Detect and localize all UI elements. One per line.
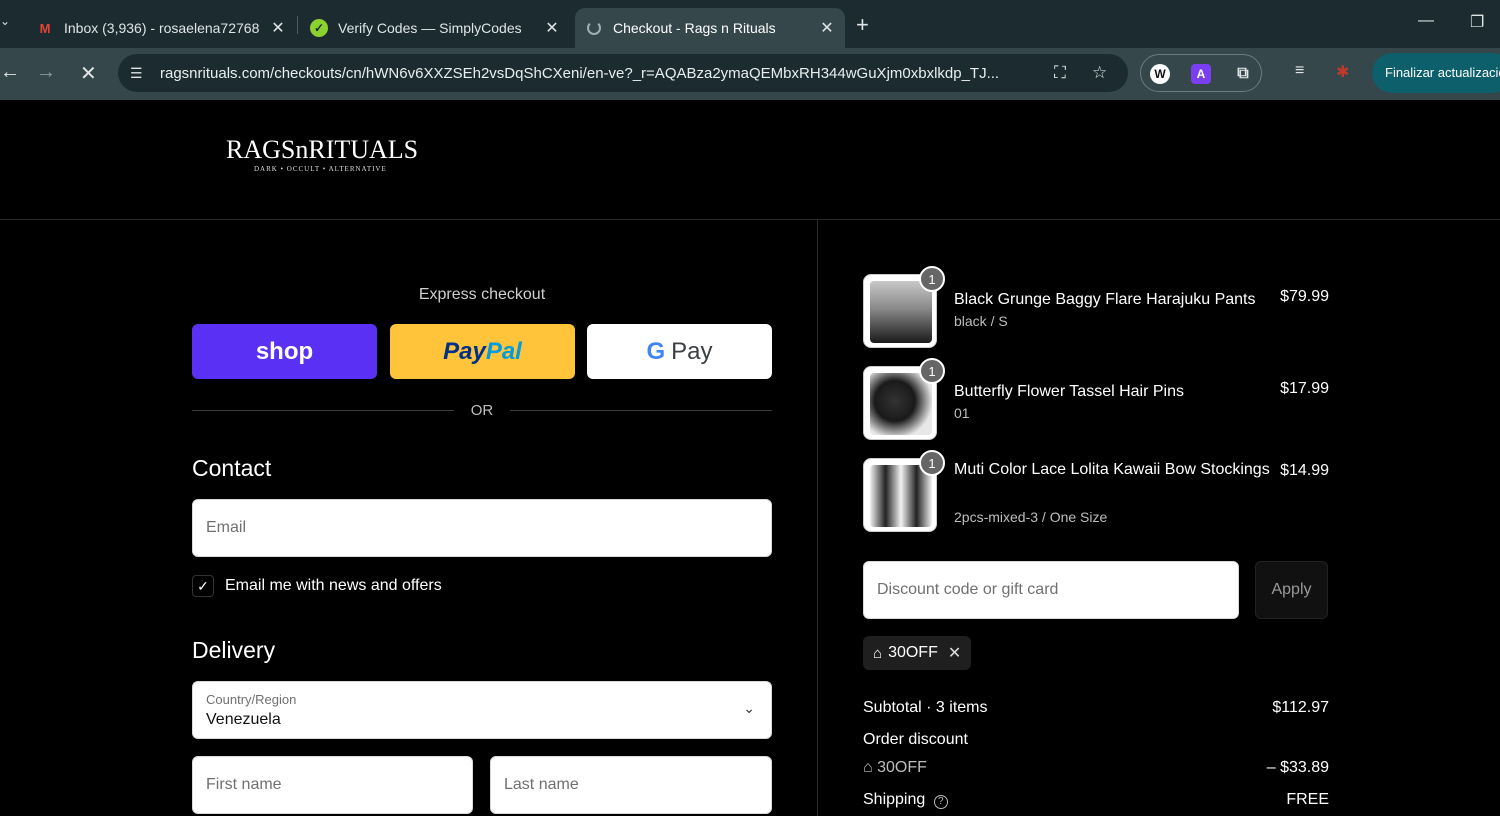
apply-discount-button[interactable]: Apply <box>1255 561 1328 619</box>
tab-checkout[interactable]: Checkout - Rags n Rituals ✕ <box>575 8 845 48</box>
product-image <box>870 281 932 343</box>
chevron-down-icon: ⌄ <box>743 700 755 716</box>
minimize-icon[interactable]: — <box>1418 12 1434 30</box>
tag-icon: ⌂ <box>873 644 883 662</box>
item-price: $17.99 <box>1280 380 1329 397</box>
item-name: Butterfly Flower Tassel Hair Pins <box>954 383 1184 400</box>
delivery-title: Delivery <box>192 637 276 663</box>
tab-gmail[interactable]: M Inbox (3,936) - rosaelena72768 ✕ <box>26 8 296 48</box>
store-header: RAGSnRITUALS DARK • OCCULT • ALTERNATIVE <box>0 100 1500 220</box>
divider-right <box>510 410 772 411</box>
stop-loading-icon[interactable]: ✕ <box>80 61 97 86</box>
last-name-field[interactable] <box>490 756 772 814</box>
update-browser-button[interactable]: Finalizar actualización <box>1372 53 1500 93</box>
checkout-form: Express checkout shop Pay Pal G Pay OR Co… <box>0 220 818 816</box>
extensions-group: W A ⧉ <box>1140 54 1262 92</box>
order-discount-row: Order discount <box>863 731 1329 749</box>
news-checkbox[interactable]: ✓ <box>192 575 214 597</box>
translate-icon[interactable]: ⛶ <box>1054 63 1066 83</box>
item-variant: 01 <box>954 405 970 421</box>
product-image <box>870 373 932 435</box>
item-variant: 2pcs-mixed-3 / One Size <box>954 509 1108 525</box>
country-value: Venezuela <box>206 711 281 728</box>
tab-search-icon[interactable]: ⌄ <box>0 14 12 34</box>
tab-divider <box>297 16 298 34</box>
w-extension-icon[interactable]: W <box>1150 64 1170 84</box>
address-bar[interactable]: ☰ ragsnrituals.com/checkouts/cn/hWN6v6XX… <box>118 54 1128 92</box>
item-name: Muti Color Lace Lolita Kawaii Bow Stocki… <box>954 461 1270 478</box>
applied-discount-chip: ⌂ 30OFF ✕ <box>863 636 972 670</box>
first-name-input[interactable] <box>193 757 472 813</box>
applied-discount-code: 30OFF <box>888 644 938 661</box>
quantity-badge: 1 <box>919 450 945 476</box>
tab-simplycodes[interactable]: ✓ Verify Codes — SimplyCodes ✕ <box>300 8 570 48</box>
brand-tagline: DARK • OCCULT • ALTERNATIVE <box>254 165 387 173</box>
close-tab-icon[interactable]: ✕ <box>819 18 835 38</box>
subtotal-row: Subtotal · 3 items $112.97 <box>863 699 1329 717</box>
bookmark-star-icon[interactable]: ☆ <box>1092 63 1107 83</box>
profile-avatar-icon[interactable]: ✱ <box>1336 62 1349 82</box>
order-summary: 1 Black Grunge Baggy Flare Harajuku Pant… <box>819 220 1500 816</box>
brand-name: RAGSnRITUALS <box>226 135 419 164</box>
new-tab-icon[interactable]: + <box>856 12 869 38</box>
email-input[interactable] <box>193 500 771 556</box>
shop-pay-button[interactable]: shop <box>192 324 377 379</box>
news-checkbox-label: Email me with news and offers <box>225 577 442 594</box>
google-g-icon: G <box>646 337 666 365</box>
line-item: 1 Butterfly Flower Tassel Hair Pins 01 $… <box>863 358 1329 440</box>
google-pay-button[interactable]: G Pay <box>587 324 772 379</box>
country-select[interactable]: Country/Region Venezuela ⌄ <box>192 681 772 739</box>
browser-toolbar: ← → ✕ ☰ ragsnrituals.com/checkouts/cn/hW… <box>0 48 1500 100</box>
close-tab-icon[interactable]: ✕ <box>544 18 560 38</box>
close-tab-icon[interactable]: ✕ <box>270 18 286 38</box>
or-divider-label: OR <box>470 402 494 419</box>
item-price: $79.99 <box>1280 288 1329 305</box>
tag-icon: ⌂ <box>863 759 878 776</box>
item-name: Black Grunge Baggy Flare Harajuku Pants <box>954 291 1256 308</box>
order-discount-code-row: ⌂ 30OFF – $33.89 <box>863 759 1329 777</box>
product-image <box>870 465 932 527</box>
extensions-puzzle-icon[interactable]: ⧉ <box>1233 64 1253 84</box>
remove-discount-icon[interactable]: ✕ <box>948 643 961 663</box>
url-text[interactable]: ragsnrituals.com/checkouts/cn/hWN6v6XXZS… <box>160 65 1040 82</box>
back-icon[interactable]: ← <box>0 61 20 84</box>
contact-title: Contact <box>192 455 272 481</box>
item-variant: black / S <box>954 313 1008 329</box>
shipping-value: FREE <box>1286 791 1329 808</box>
restore-icon[interactable]: ❐ <box>1470 12 1484 32</box>
forward-icon[interactable]: → <box>36 61 56 84</box>
country-label: Country/Region <box>206 692 297 707</box>
discount-code-field[interactable] <box>863 561 1239 619</box>
quantity-badge: 1 <box>919 266 945 292</box>
line-item: 1 Black Grunge Baggy Flare Harajuku Pant… <box>863 266 1329 348</box>
express-checkout-title: Express checkout <box>418 286 546 303</box>
subtotal-value: $112.97 <box>1272 699 1329 716</box>
reading-list-icon[interactable]: ≡ <box>1295 62 1304 80</box>
quantity-badge: 1 <box>919 358 945 384</box>
order-discount-label: Order discount <box>863 731 968 748</box>
shipping-label: Shipping <box>863 791 926 808</box>
paypal-button[interactable]: Pay Pal <box>390 324 575 379</box>
email-field[interactable] <box>192 499 772 557</box>
site-info-icon[interactable]: ☰ <box>130 65 150 82</box>
discount-code-input[interactable] <box>864 562 1238 618</box>
line-item: 1 Muti Color Lace Lolita Kawaii Bow Stoc… <box>863 450 1329 532</box>
item-price: $14.99 <box>1280 462 1329 479</box>
gmail-icon: M <box>39 20 51 36</box>
first-name-field[interactable] <box>192 756 473 814</box>
divider-left <box>192 410 454 411</box>
loading-icon <box>585 19 603 37</box>
help-icon[interactable]: ? <box>933 795 948 809</box>
a-extension-icon[interactable]: A <box>1191 64 1211 84</box>
simplycodes-icon: ✓ <box>310 19 328 37</box>
store-logo[interactable]: RAGSnRITUALS DARK • OCCULT • ALTERNATIVE <box>226 135 426 173</box>
shipping-row: Shipping ? FREE <box>863 791 1329 809</box>
browser-tab-bar: ⌄ M Inbox (3,936) - rosaelena72768 ✕ ✓ V… <box>0 0 1500 48</box>
order-discount-code: 30OFF <box>877 759 927 776</box>
subtotal-label: Subtotal · 3 items <box>863 699 988 716</box>
order-discount-value: – $33.89 <box>1266 759 1329 776</box>
last-name-input[interactable] <box>491 757 771 813</box>
